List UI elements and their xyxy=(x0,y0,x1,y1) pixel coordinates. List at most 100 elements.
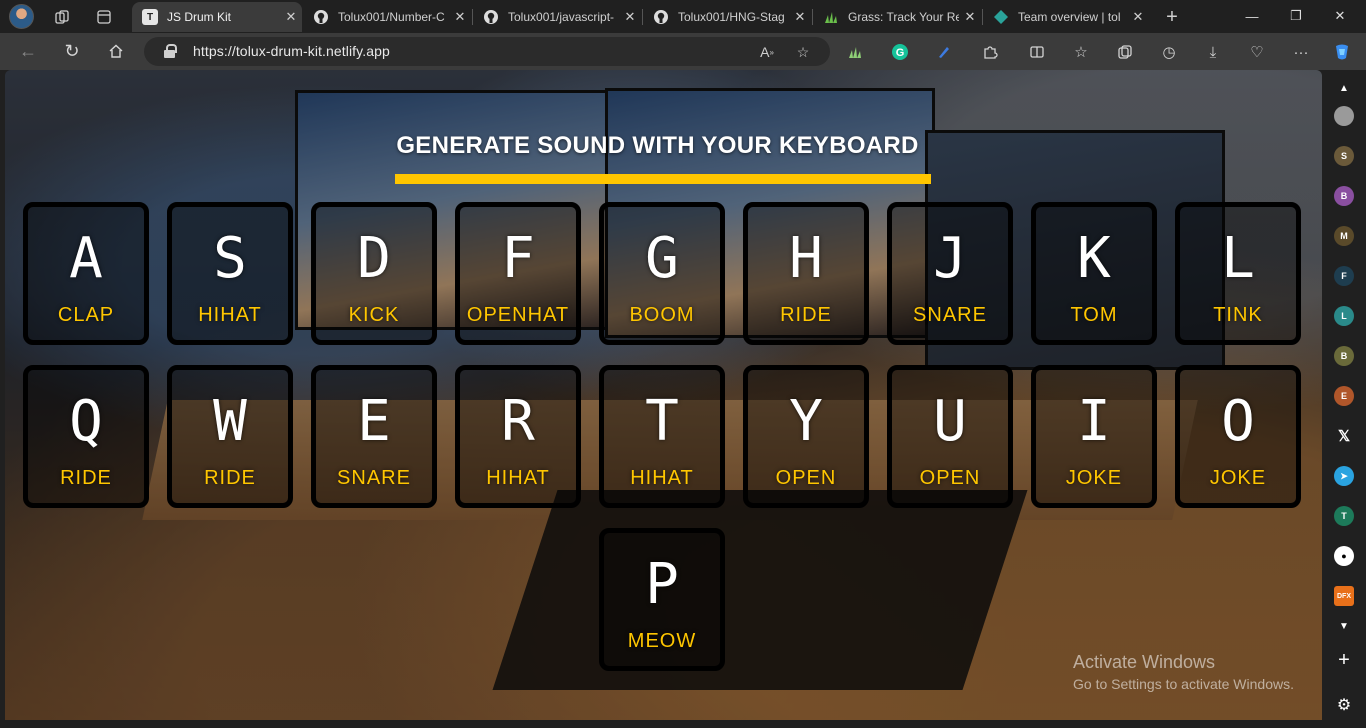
pen-extension-icon[interactable] xyxy=(932,40,956,64)
github-icon[interactable]: ● xyxy=(1334,546,1354,566)
watermark-title: Activate Windows xyxy=(1073,652,1216,672)
scroll-up-icon[interactable]: ▲ xyxy=(1334,78,1354,98)
telegram-icon[interactable]: ➤ xyxy=(1334,466,1354,486)
sound-label: JOKE xyxy=(1209,467,1267,489)
key-letter: J xyxy=(933,226,967,291)
drum-key-p[interactable]: P MEOW xyxy=(599,528,725,671)
grass-extension-icon[interactable] xyxy=(843,40,867,64)
add-app-icon[interactable]: + xyxy=(1334,649,1354,671)
side-app-icon[interactable] xyxy=(1334,106,1354,126)
sound-label: RIDE xyxy=(780,304,832,326)
sound-label: HIHAT xyxy=(630,467,694,489)
side-app-t[interactable]: T xyxy=(1334,506,1354,526)
minimize-icon[interactable]: — xyxy=(1230,4,1274,28)
close-tab-icon[interactable]: ✕ xyxy=(1127,9,1149,25)
page-title: GENERATE SOUND WITH YOUR KEYBOARD xyxy=(396,132,919,159)
sound-label: SNARE xyxy=(913,304,987,326)
close-tab-icon[interactable]: ✕ xyxy=(789,9,811,25)
tab-grass[interactable]: Grass: Track Your Re ✕ xyxy=(813,2,981,32)
drum-key-y[interactable]: Y OPEN xyxy=(743,365,869,508)
close-tab-icon[interactable]: ✕ xyxy=(280,9,302,25)
drum-key-i[interactable]: I JOKE xyxy=(1031,365,1157,508)
back-icon[interactable]: ← xyxy=(13,37,43,65)
collections-icon[interactable] xyxy=(1113,40,1137,64)
address-bar[interactable]: https://tolux-drum-kit.netlify.app A» ☆ xyxy=(144,37,830,66)
sound-label: TOM xyxy=(1070,304,1118,326)
lock-icon[interactable] xyxy=(164,44,177,58)
tab-strip: T JS Drum Kit ✕ Tolux001/Number-C ✕ Tolu… xyxy=(0,0,1366,33)
activate-windows-watermark: Activate Windows Go to Settings to activ… xyxy=(1073,652,1294,692)
home-icon[interactable] xyxy=(101,37,131,65)
drum-key-s[interactable]: S HIHAT xyxy=(167,202,293,345)
drum-key-e[interactable]: E SNARE xyxy=(311,365,437,508)
close-tab-icon[interactable]: ✕ xyxy=(959,9,981,25)
tab-title: Grass: Track Your Re xyxy=(848,10,959,24)
close-tab-icon[interactable]: ✕ xyxy=(619,9,641,25)
side-app-b[interactable]: B xyxy=(1334,346,1354,366)
drum-key-g[interactable]: G BOOM xyxy=(599,202,725,345)
dfx-icon[interactable]: DFX xyxy=(1334,586,1354,606)
favorite-star-icon[interactable]: ☆ xyxy=(791,41,815,63)
close-window-icon[interactable]: ✕ xyxy=(1318,4,1362,28)
drum-key-r[interactable]: R HIHAT xyxy=(455,365,581,508)
drum-key-t[interactable]: T HIHAT xyxy=(599,365,725,508)
read-aloud-icon[interactable]: A» xyxy=(755,41,779,63)
drum-key-o[interactable]: O JOKE xyxy=(1175,365,1301,508)
tab-hng-stage[interactable]: Tolux001/HNG-Stag ✕ xyxy=(643,2,811,32)
drum-key-u[interactable]: U OPEN xyxy=(887,365,1013,508)
drum-key-j[interactable]: J SNARE xyxy=(887,202,1013,345)
tab-title: Team overview | tol xyxy=(1018,10,1121,24)
side-app-b[interactable]: B xyxy=(1334,186,1354,206)
drum-key-h[interactable]: H RIDE xyxy=(743,202,869,345)
key-letter: O xyxy=(1221,389,1255,454)
x-twitter-icon[interactable]: 𝕏 xyxy=(1334,426,1354,446)
more-menu-icon[interactable]: ··· xyxy=(1289,40,1313,64)
tab-javascript[interactable]: Tolux001/javascript- ✕ xyxy=(473,2,641,32)
favorites-icon[interactable]: ☆ xyxy=(1069,40,1093,64)
tab-favicon-t: T xyxy=(142,9,158,25)
downloads-icon[interactable]: ⤓ xyxy=(1201,40,1225,64)
key-letter: H xyxy=(789,226,823,291)
drum-key-f[interactable]: F OPENHAT xyxy=(455,202,581,345)
tab-actions-icon[interactable] xyxy=(90,3,118,31)
extensions-puzzle-icon[interactable] xyxy=(978,40,1002,64)
side-app-m[interactable]: M xyxy=(1334,226,1354,246)
side-app-e[interactable]: E xyxy=(1334,386,1354,406)
drum-key-q[interactable]: Q RIDE xyxy=(23,365,149,508)
key-letter: P xyxy=(645,552,679,617)
profile-avatar[interactable] xyxy=(9,4,34,29)
sound-label: JOKE xyxy=(1065,467,1123,489)
key-letter: A xyxy=(69,226,103,291)
key-letter: D xyxy=(357,226,391,291)
grammarly-icon[interactable]: G xyxy=(888,40,912,64)
tab-number-c[interactable]: Tolux001/Number-C ✕ xyxy=(303,2,471,32)
drum-key-d[interactable]: D KICK xyxy=(311,202,437,345)
workspaces-icon[interactable] xyxy=(48,3,76,31)
drum-key-w[interactable]: W RIDE xyxy=(167,365,293,508)
tab-team-overview[interactable]: Team overview | tol ✕ xyxy=(983,2,1149,32)
refresh-icon[interactable]: ↻ xyxy=(57,37,87,65)
split-screen-icon[interactable] xyxy=(1025,40,1049,64)
drum-key-l[interactable]: L TINK xyxy=(1175,202,1301,345)
copilot-icon[interactable] xyxy=(1330,40,1354,64)
drum-key-a[interactable]: A CLAP xyxy=(23,202,149,345)
github-icon xyxy=(313,9,329,25)
url-text[interactable]: https://tolux-drum-kit.netlify.app xyxy=(193,43,390,59)
new-tab-icon[interactable]: + xyxy=(1158,3,1186,31)
tab-js-drum-kit[interactable]: T JS Drum Kit ✕ xyxy=(132,2,302,32)
scroll-down-icon[interactable]: ▼ xyxy=(1334,616,1354,636)
side-app-l[interactable]: L xyxy=(1334,306,1354,326)
key-letter: Q xyxy=(69,389,103,454)
sound-label: BOOM xyxy=(629,304,695,326)
performance-heart-icon[interactable]: ♡ xyxy=(1245,40,1269,64)
restore-icon[interactable]: ❐ xyxy=(1274,4,1318,28)
side-app-f[interactable]: F xyxy=(1334,266,1354,286)
history-icon[interactable]: ◷ xyxy=(1157,40,1181,64)
close-tab-icon[interactable]: ✕ xyxy=(449,9,471,25)
side-app-s[interactable]: S xyxy=(1334,146,1354,166)
browser-toolbar: ← ↻ https://tolux-drum-kit.netlify.app A… xyxy=(0,33,1366,70)
sound-label: OPEN xyxy=(775,467,837,489)
drum-key-k[interactable]: K TOM xyxy=(1031,202,1157,345)
tab-title: JS Drum Kit xyxy=(167,10,232,24)
settings-gear-icon[interactable]: ⚙ xyxy=(1334,695,1354,715)
